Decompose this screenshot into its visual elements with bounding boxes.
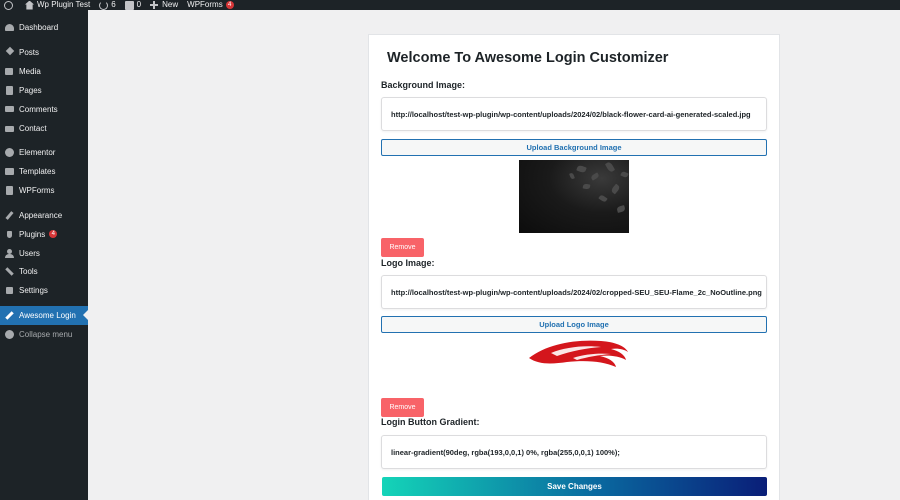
logo-image-url-input[interactable]: http://localhost/test-wp-plugin/wp-conte… — [381, 275, 767, 309]
remove-logo-image-button[interactable]: Remove — [381, 398, 424, 417]
login-button-gradient-input[interactable]: linear-gradient(90deg, rgba(193,0,0,1) 0… — [381, 435, 767, 469]
wordpress-icon — [4, 0, 13, 10]
upload-logo-image-button[interactable]: Upload Logo Image — [381, 316, 767, 333]
sidebar-item-label: Tools — [19, 266, 38, 276]
wpforms-label: WPForms — [187, 0, 223, 9]
sidebar-item-settings[interactable]: Settings — [0, 281, 88, 299]
folder-icon — [5, 167, 14, 176]
form-icon — [5, 185, 14, 195]
pin-icon — [5, 46, 15, 57]
sidebar-item-comments[interactable]: Comments — [0, 100, 88, 118]
comments-count: 0 — [136, 0, 142, 9]
comments-menu[interactable]: 0 — [124, 0, 142, 10]
sidebar-item-label: Plugins — [19, 229, 46, 239]
sidebar-item-label: Contact — [19, 123, 47, 133]
logo-image-label: Logo Image: — [381, 258, 435, 268]
upload-background-image-button[interactable]: Upload Background Image — [381, 139, 767, 156]
collapse-icon — [5, 329, 14, 339]
background-image-label: Background Image: — [381, 80, 466, 90]
sidebar-item-label: Awesome Login — [19, 311, 76, 320]
updates-count: 6 — [111, 0, 116, 9]
sidebar-item-media[interactable]: Media — [0, 62, 88, 80]
pages-icon — [5, 85, 14, 95]
sidebar-item-label: Media — [19, 66, 41, 76]
sidebar-item-label: WPForms — [19, 185, 55, 195]
plug-icon — [5, 230, 14, 239]
new-content-menu[interactable]: New — [150, 0, 178, 10]
media-icon — [5, 67, 14, 76]
sidebar-item-users[interactable]: Users — [0, 244, 88, 262]
site-name-menu[interactable]: Wp Plugin Test — [25, 0, 90, 10]
page-title: Welcome To Awesome Login Customizer — [387, 50, 669, 66]
sidebar-item-label: Comments — [19, 104, 58, 114]
sidebar-item-tools[interactable]: Tools — [0, 262, 88, 280]
settings-icon — [5, 286, 14, 295]
sidebar-item-label: Elementor — [19, 147, 56, 157]
plugins-update-badge: 4 — [49, 230, 58, 238]
background-image-url-input[interactable]: http://localhost/test-wp-plugin/wp-conte… — [381, 97, 767, 131]
sidebar-item-contact[interactable]: Contact — [0, 119, 88, 137]
sidebar-item-appearance[interactable]: Appearance — [0, 206, 88, 224]
sidebar-item-wpforms[interactable]: WPForms — [0, 181, 88, 199]
wpforms-menu[interactable]: WPForms 4 — [187, 0, 234, 10]
sidebar-item-label: Collapse menu — [19, 329, 73, 339]
login-button-gradient-label: Login Button Gradient: — [381, 417, 480, 427]
sidebar-item-elementor[interactable]: Elementor — [0, 143, 88, 161]
dashboard-icon — [5, 23, 14, 32]
sidebar-item-label: Appearance — [19, 210, 63, 220]
mail-icon — [5, 124, 14, 133]
remove-background-image-button[interactable]: Remove — [381, 238, 424, 257]
comment-icon — [5, 105, 14, 114]
sidebar-item-dashboard[interactable]: Dashboard — [0, 18, 88, 36]
pen-icon — [5, 311, 14, 320]
new-label: New — [162, 0, 179, 9]
admin-bar: Wp Plugin Test 6 0 New WPForms 4 — [0, 0, 900, 10]
save-changes-button[interactable]: Save Changes — [382, 477, 767, 496]
brush-icon — [5, 210, 14, 220]
wpforms-badge: 4 — [225, 1, 234, 9]
sidebar-item-label: Users — [19, 248, 40, 258]
sidebar-item-label: Pages — [19, 85, 42, 95]
updates-icon — [99, 0, 109, 10]
sidebar-item-plugins[interactable]: Plugins 4 — [0, 225, 88, 243]
sidebar-item-awesome-login[interactable]: Awesome Login — [0, 306, 88, 325]
wp-logo-menu[interactable] — [4, 0, 16, 10]
comment-icon — [124, 0, 134, 10]
sidebar-item-label: Settings — [19, 285, 48, 295]
site-name: Wp Plugin Test — [37, 0, 91, 9]
sidebar-item-label: Dashboard — [19, 22, 59, 32]
background-image-preview — [519, 160, 629, 233]
updates-menu[interactable]: 6 — [99, 0, 116, 10]
elementor-icon — [5, 147, 14, 157]
sidebar-item-posts[interactable]: Posts — [0, 43, 88, 61]
logo-image-preview — [529, 340, 628, 367]
sidebar-item-label: Posts — [19, 47, 40, 57]
sidebar-item-label: Templates — [19, 166, 56, 176]
users-icon — [5, 248, 14, 258]
wrench-icon — [5, 266, 14, 276]
sidebar-item-pages[interactable]: Pages — [0, 81, 88, 99]
plus-icon — [150, 0, 159, 10]
home-icon — [25, 0, 34, 10]
collapse-menu-button[interactable]: Collapse menu — [0, 325, 88, 343]
sidebar-item-templates[interactable]: Templates — [0, 162, 88, 180]
